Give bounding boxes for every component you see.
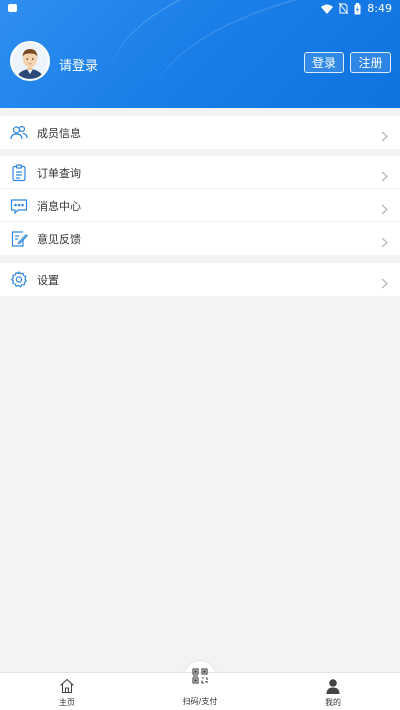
menu-group-settings: 设置 [0,263,400,296]
battery-icon [354,2,361,15]
menu-group-services: 订单查询 消息中心 意见反馈 [0,156,400,255]
status-bar: 8:49 [0,0,400,18]
chevron-right-icon [381,167,388,182]
tab-home[interactable]: 主页 [27,673,107,710]
login-prompt[interactable]: 请登录 [59,55,98,74]
feedback-icon [10,230,28,248]
members-icon [10,124,28,142]
clock: 8:49 [367,2,392,15]
gear-icon [10,270,28,289]
menu-item-feedback[interactable]: 意见反馈 [0,222,400,255]
home-icon [59,678,75,694]
chevron-right-icon [381,200,388,215]
qr-code-icon[interactable] [192,668,208,684]
menu-item-label: 意见反馈 [37,233,81,246]
chevron-right-icon [381,127,388,142]
menu-item-messages[interactable]: 消息中心 [0,189,400,222]
chevron-right-icon [381,233,388,248]
tab-mine[interactable]: 我的 [293,673,373,710]
order-icon [10,164,28,182]
menu-item-label: 设置 [37,274,59,287]
tab-scan-pay[interactable]: 扫码/支付 [160,696,240,707]
menu-item-label: 成员信息 [37,127,81,140]
menu-group-members: 成员信息 [0,116,400,149]
menu-item-settings[interactable]: 设置 [0,263,400,296]
chevron-right-icon [381,274,388,289]
login-button[interactable]: 登录 [304,52,344,73]
notification-icon [8,4,17,12]
tab-label: 我的 [325,698,341,707]
register-button[interactable]: 注册 [350,52,391,73]
user-icon [325,678,341,694]
menu-item-orders[interactable]: 订单查询 [0,156,400,189]
menu-item-members[interactable]: 成员信息 [0,116,400,149]
tab-label: 主页 [59,698,75,707]
message-icon [10,197,28,215]
no-sim-icon [339,3,349,14]
avatar[interactable] [10,41,50,81]
wifi-icon [321,4,334,14]
menu-item-label: 订单查询 [37,167,81,180]
menu-item-label: 消息中心 [37,200,81,213]
